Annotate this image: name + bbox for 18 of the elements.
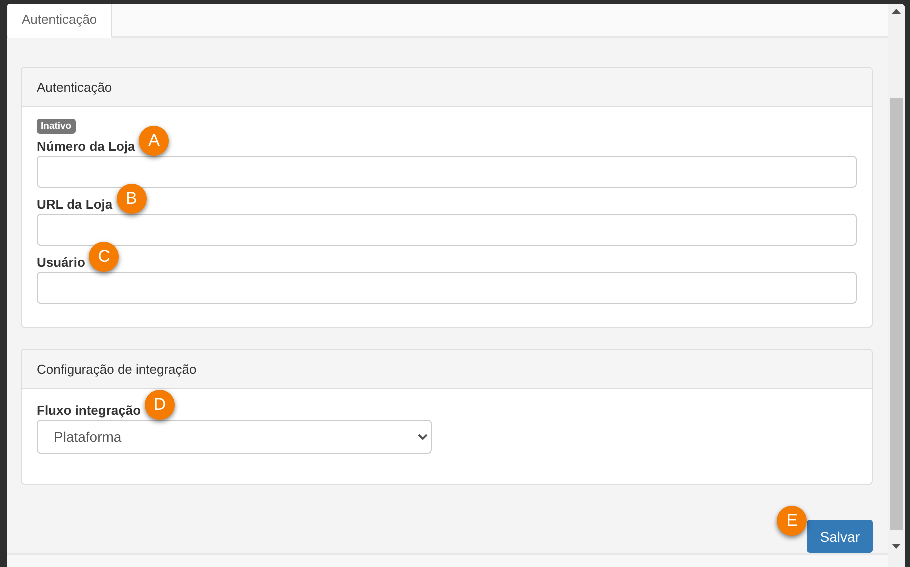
panel-title: Configuração de integração [22, 350, 872, 389]
field-label: Usuário [37, 255, 86, 270]
field-label: Número da Loja [37, 139, 136, 154]
text-field[interactable] [37, 156, 857, 188]
callout-marker: C [89, 242, 120, 272]
text-field[interactable] [37, 272, 857, 304]
panel-title: Autenticação [22, 68, 872, 107]
dropdown[interactable]: Plataforma [37, 420, 432, 454]
save-button[interactable]: Salvar [807, 520, 873, 553]
field-label: URL da Loja [37, 197, 113, 212]
field-label: Fluxo integração [37, 403, 142, 418]
callout-marker: A [139, 126, 170, 156]
status-badge: Inativo [37, 119, 76, 134]
callout-marker: D [145, 390, 176, 420]
text-field[interactable] [37, 214, 857, 246]
tab[interactable]: Autenticação [8, 4, 112, 38]
callout-marker: B [116, 184, 147, 214]
callout-marker: E [777, 506, 808, 536]
